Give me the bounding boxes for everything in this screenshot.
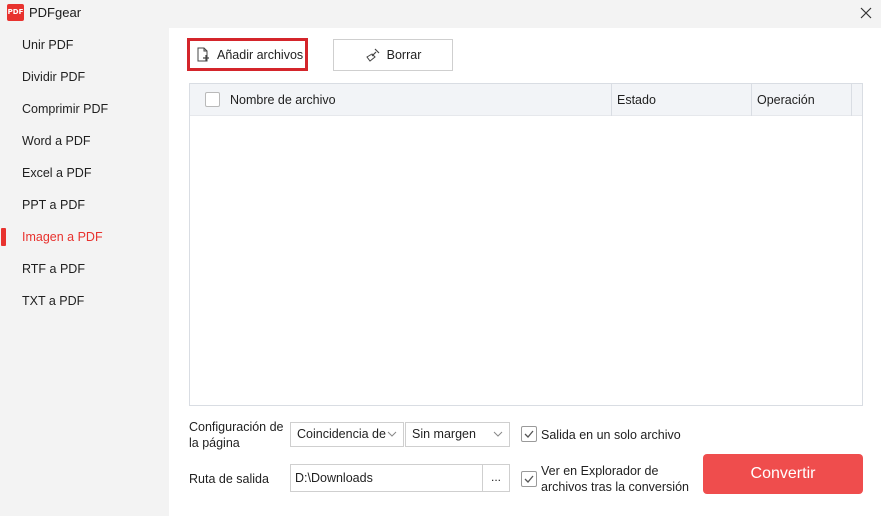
sidebar-item-ppt-a-pdf[interactable]: PPT a PDF [0,190,169,220]
chevron-down-icon [387,431,397,437]
check-icon [524,430,534,438]
sidebar-item-dividir-pdf[interactable]: Dividir PDF [0,62,169,92]
main-panel: Añadir archivos Borrar Nombre de archivo… [169,28,881,516]
column-divider[interactable] [751,84,752,116]
select-all-checkbox[interactable] [205,92,220,107]
convert-button[interactable]: Convertir [703,454,863,494]
window-title: PDFgear [29,5,82,20]
check-icon [524,475,534,483]
column-header-name[interactable]: Nombre de archivo [230,84,336,116]
output-path-label: Ruta de salida [189,472,269,486]
clear-label: Borrar [386,48,422,62]
column-divider[interactable] [611,84,612,116]
broom-icon [365,48,380,62]
column-header-operation[interactable]: Operación [757,84,815,116]
fit-mode-value: Coincidencia de [297,427,386,441]
sidebar-item-txt-a-pdf[interactable]: TXT a PDF [0,286,169,316]
close-button[interactable] [851,0,881,26]
add-files-label: Añadir archivos [217,47,304,62]
sidebar-item-excel-a-pdf[interactable]: Excel a PDF [0,158,169,188]
title-bar: PDF PDFgear [0,0,881,26]
single-file-label: Salida en un solo archivo [541,428,681,442]
single-file-checkbox[interactable] [521,426,537,442]
add-files-button[interactable]: Añadir archivos [187,38,308,71]
open-explorer-checkbox[interactable] [521,471,537,487]
margin-select[interactable]: Sin margen [405,422,510,447]
sidebar: Unir PDF Dividir PDF Comprimir PDF Word … [0,28,169,516]
file-table: Nombre de archivo Estado Operación [189,83,863,406]
open-explorer-label: Ver en Explorador de archivos tras la co… [541,464,689,494]
column-divider[interactable] [851,84,852,116]
sidebar-item-rtf-a-pdf[interactable]: RTF a PDF [0,254,169,284]
table-header: Nombre de archivo Estado Operación [190,84,862,116]
file-add-icon [197,47,209,62]
sidebar-item-comprimir-pdf[interactable]: Comprimir PDF [0,94,169,124]
chevron-down-icon [493,431,503,437]
browse-button[interactable]: ... [482,464,510,492]
table-body [190,117,862,405]
sidebar-item-imagen-a-pdf[interactable]: Imagen a PDF [0,222,169,252]
column-header-status[interactable]: Estado [617,84,656,116]
output-path-input[interactable]: D:\Downloads [290,464,483,492]
sidebar-item-unir-pdf[interactable]: Unir PDF [0,30,169,60]
clear-button[interactable]: Borrar [333,39,453,71]
close-icon [860,7,872,19]
pdfgear-logo-icon: PDF [7,4,24,21]
sidebar-item-word-a-pdf[interactable]: Word a PDF [0,126,169,156]
margin-value: Sin margen [412,427,476,441]
page-config-label: Configuración de la página [189,420,284,450]
fit-mode-select[interactable]: Coincidencia de [290,422,404,447]
